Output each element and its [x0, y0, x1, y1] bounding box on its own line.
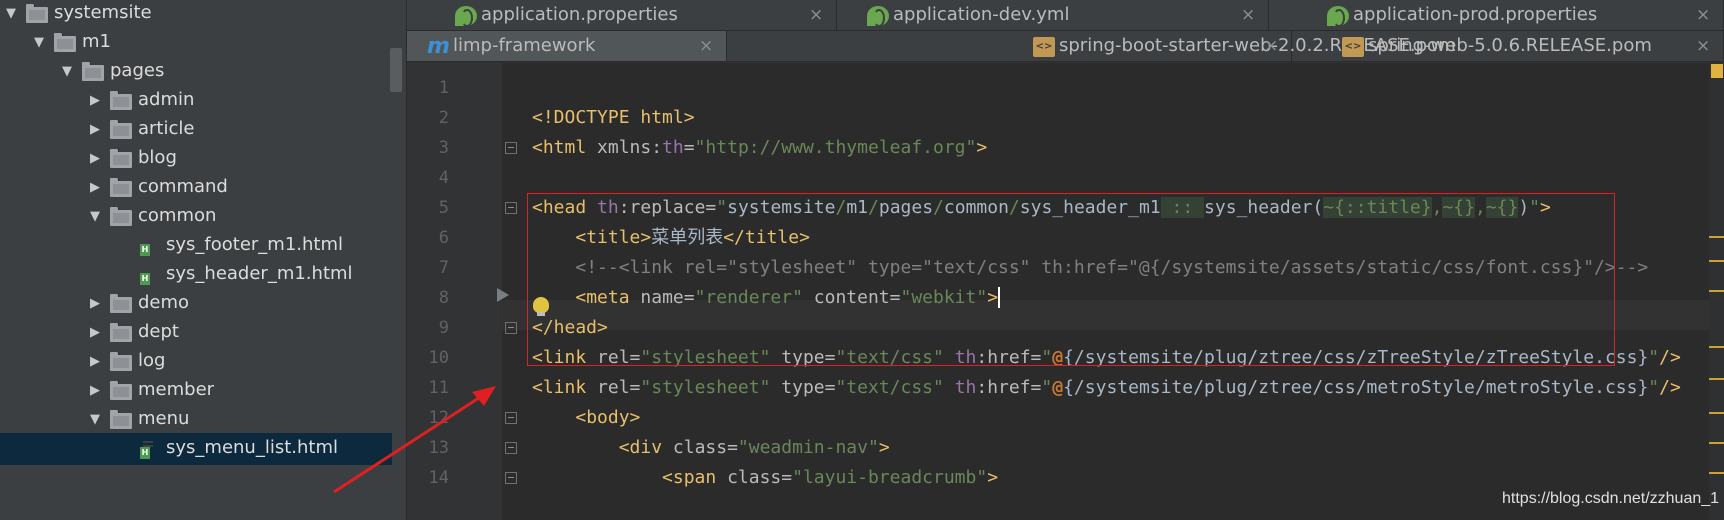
annotation-arrow [333, 386, 496, 494]
ide-window: ▼ systemsite ▼ m1 ▼ pages ▶ admin ▶ article ▶ blog ▶… [0, 0, 1724, 520]
watermark: https://blog.csdn.net/zzhuan_1 [1502, 490, 1720, 507]
